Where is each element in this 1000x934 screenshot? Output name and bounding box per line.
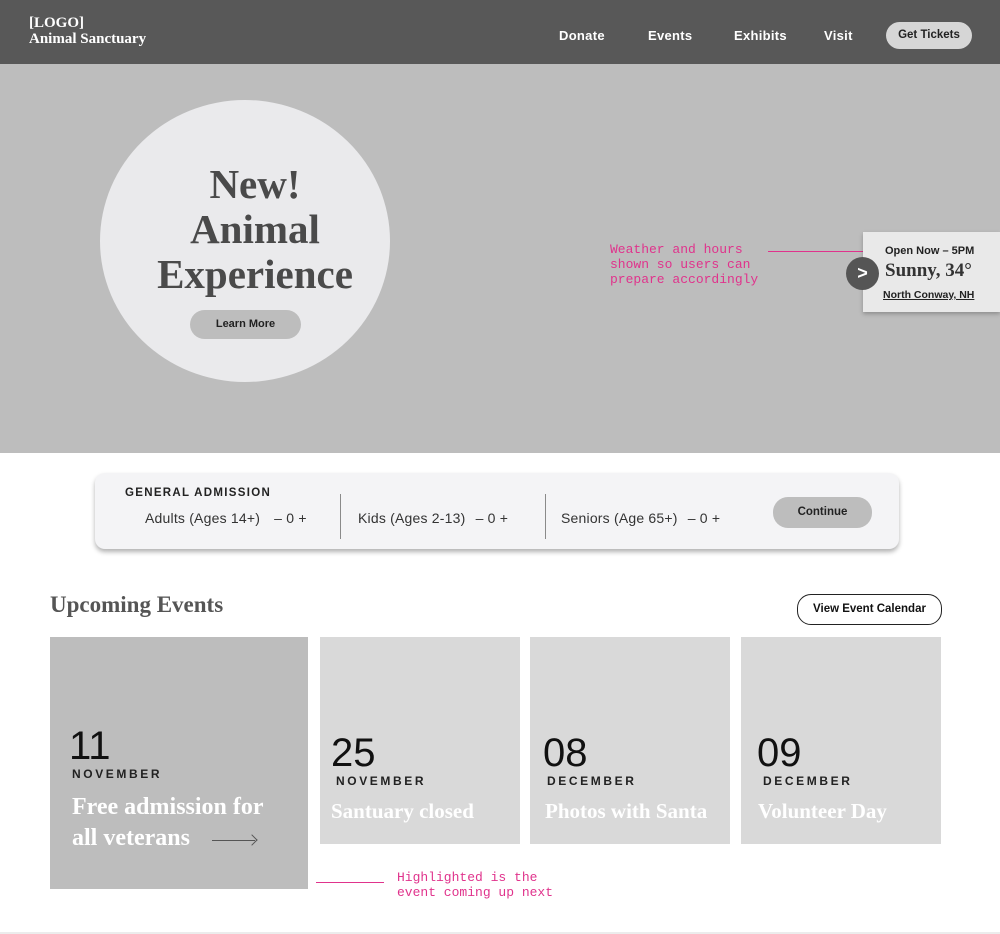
nav-exhibits[interactable]: Exhibits [734,28,787,43]
event-title-line: Free admission for [72,794,264,820]
nav-visit[interactable]: Visit [824,28,853,43]
event-title: Volunteer Day [758,799,887,823]
event-card-highlighted[interactable]: 11 NOVEMBER Free admission for all veter… [50,637,308,889]
hero-banner: New! Animal Experience Learn More Weathe… [0,64,1000,453]
quantity-stepper[interactable]: – 0 + [274,510,307,526]
quantity-stepper[interactable]: – 0 + [688,510,721,526]
event-month: NOVEMBER [72,767,163,781]
event-month: DECEMBER [763,774,853,788]
event-title: Photos with Santa [545,799,708,823]
event-month: NOVEMBER [336,774,427,788]
logo-placeholder: [LOGO] [29,15,84,31]
weather-annotation: Weather and hours shown so users can pre… [610,242,759,287]
event-title-line: all veterans [72,825,190,851]
open-hours: Open Now – 5PM [885,245,975,257]
site-logo[interactable]: [LOGO] Animal Sanctuary [29,15,146,47]
hero-title-line: Animal [190,206,320,252]
continue-button[interactable]: Continue [773,497,872,528]
admission-group-kids: Kids (Ages 2-13) – 0 + [358,510,508,526]
get-tickets-button[interactable]: Get Tickets [886,22,972,49]
arrow-right-icon [212,840,255,841]
event-card[interactable]: 08 DECEMBER Photos with Santa [530,637,730,844]
quantity-stepper[interactable]: – 0 + [476,510,509,526]
divider [340,494,341,539]
annotation-pointer-line [768,251,870,252]
admission-group-seniors: Seniors (Age 65+) – 0 + [561,510,720,526]
hero-title-line: New! [209,161,301,207]
event-day: 08 [543,731,588,775]
site-name: Animal Sanctuary [29,31,147,47]
weather-location-link[interactable]: North Conway, NH [883,289,974,301]
section-title: Upcoming Events [50,592,224,617]
hero-feature-circle: New! Animal Experience Learn More [100,100,390,382]
admission-title: GENERAL ADMISSION [125,487,272,499]
event-day: 25 [331,731,376,775]
event-day: 09 [757,731,802,775]
event-title: Santuary closed [331,799,474,823]
nav-events[interactable]: Events [648,28,692,43]
general-admission-panel: GENERAL ADMISSION Adults (Ages 14+) – 0 … [95,473,899,549]
events-annotation: Highlighted is the event coming up next [397,870,554,900]
nav-donate[interactable]: Donate [559,28,605,43]
weather-temperature: Sunny, 34° [885,260,972,281]
chevron-right-icon[interactable]: > [846,257,879,290]
ticket-type-label: Adults (Ages 14+) [145,510,261,526]
event-card[interactable]: 09 DECEMBER Volunteer Day [741,637,941,844]
hero-title: New! Animal Experience [100,162,410,297]
event-card[interactable]: 25 NOVEMBER Santuary closed [320,637,520,844]
ticket-type-label: Kids (Ages 2-13) [358,510,466,526]
event-day: 11 [69,724,111,768]
learn-more-button[interactable]: Learn More [190,310,301,339]
admission-group-adults: Adults (Ages 14+) – 0 + [145,510,307,526]
hero-title-line: Experience [157,251,353,297]
event-title: Free admission for all veterans [72,792,264,854]
weather-widget: Open Now – 5PM Sunny, 34° North Conway, … [863,232,1000,312]
event-month: DECEMBER [547,774,637,788]
view-event-calendar-button[interactable]: View Event Calendar [797,594,942,625]
annotation-pointer-line [316,882,384,883]
site-header: [LOGO] Animal Sanctuary Donate Events Ex… [0,0,1000,64]
ticket-type-label: Seniors (Age 65+) [561,510,678,526]
divider [545,494,546,539]
